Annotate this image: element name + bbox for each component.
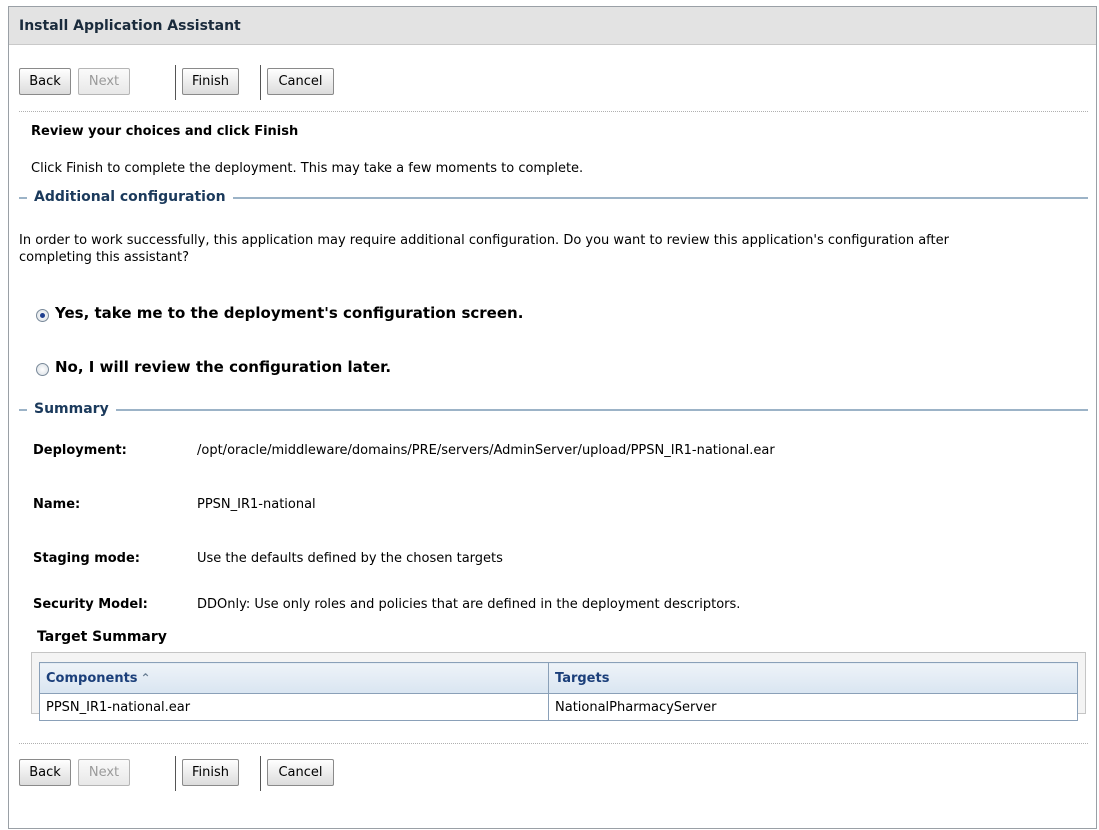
back-button[interactable]: Back <box>19 68 71 95</box>
sort-ascending-icon[interactable]: ⌃ <box>141 671 151 685</box>
review-description: Click Finish to complete the deployment.… <box>31 161 584 176</box>
column-header-components-label: Components <box>46 670 138 686</box>
config-now-label[interactable]: Yes, take me to the deployment's configu… <box>55 304 523 322</box>
security-model-value: DDOnly: Use only roles and policies that… <box>197 597 741 612</box>
finish-button[interactable]: Finish <box>182 68 239 95</box>
toolbar-divider <box>175 65 176 100</box>
config-now-radio[interactable] <box>36 309 49 322</box>
additional-config-header: Additional configuration <box>19 188 1088 206</box>
config-later-label[interactable]: No, I will review the configuration late… <box>55 358 391 376</box>
additional-config-title: Additional configuration <box>27 188 233 206</box>
additional-config-text-line2: completing this assistant? <box>19 250 190 265</box>
staging-mode-value: Use the defaults defined by the chosen t… <box>197 551 503 566</box>
summary-header: Summary <box>19 400 1088 418</box>
table-header-row: Components ⌃ Targets <box>39 662 1078 694</box>
additional-config-text-line1: In order to work successfully, this appl… <box>19 233 949 248</box>
next-button-bottom[interactable]: Next <box>78 759 130 786</box>
config-later-radio[interactable] <box>36 363 49 376</box>
security-model-label: Security Model: <box>33 597 148 612</box>
review-heading: Review your choices and click Finish <box>31 124 299 139</box>
panel-title: Install Application Assistant <box>9 7 1096 45</box>
component-cell: PPSN_IR1-national.ear <box>39 693 549 721</box>
name-label: Name: <box>33 497 81 512</box>
column-header-components[interactable]: Components ⌃ <box>39 662 549 694</box>
target-summary-table: Components ⌃ Targets PPSN_IR1-national.ea… <box>39 662 1078 721</box>
toolbar-divider <box>260 65 261 100</box>
finish-button-bottom[interactable]: Finish <box>182 759 239 786</box>
table-row: PPSN_IR1-national.ear NationalPharmacySe… <box>39 693 1078 721</box>
cancel-button-bottom[interactable]: Cancel <box>267 759 334 786</box>
target-cell: NationalPharmacyServer <box>548 693 1078 721</box>
deployment-label: Deployment: <box>33 443 127 458</box>
cancel-button[interactable]: Cancel <box>267 68 334 95</box>
back-button-bottom[interactable]: Back <box>19 759 71 786</box>
toolbar-divider <box>260 756 261 791</box>
name-value: PPSN_IR1-national <box>197 497 316 512</box>
toolbar-divider <box>175 756 176 791</box>
summary-title: Summary <box>27 400 116 418</box>
install-assistant-panel: Install Application Assistant Back Next … <box>8 6 1097 829</box>
deployment-value: /opt/oracle/middleware/domains/PRE/serve… <box>197 443 775 458</box>
bottom-toolbar-divider-line <box>19 743 1088 744</box>
next-button[interactable]: Next <box>78 68 130 95</box>
toolbar-divider-line <box>19 111 1088 112</box>
column-header-targets[interactable]: Targets <box>548 662 1078 694</box>
staging-mode-label: Staging mode: <box>33 551 140 566</box>
target-summary-title: Target Summary <box>37 629 167 645</box>
